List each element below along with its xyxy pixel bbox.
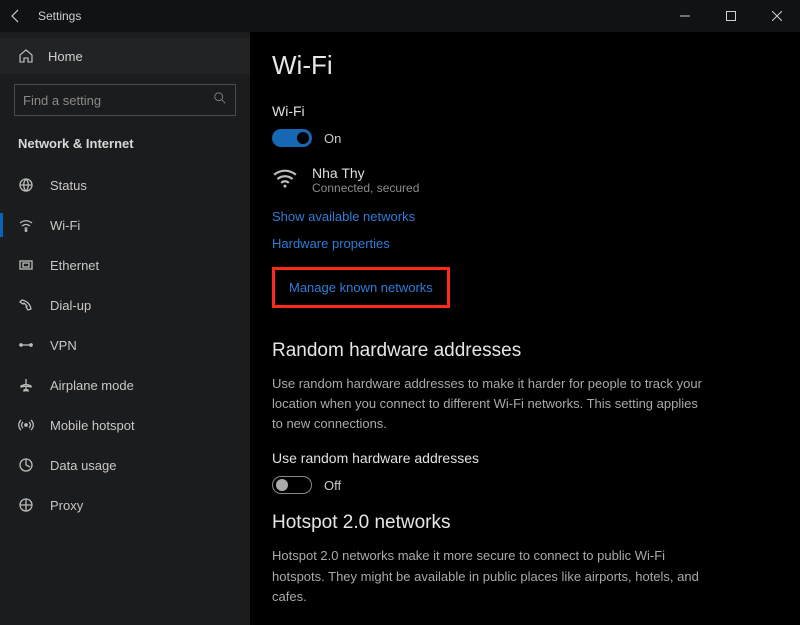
wifi-signal-icon <box>272 167 298 194</box>
random-hw-body: Use random hardware addresses to make it… <box>272 374 712 434</box>
hotspot-icon <box>18 417 34 433</box>
vpn-icon <box>18 337 34 353</box>
content-pane[interactable]: Wi-Fi Wi-Fi On Nha Thy Connected, secure… <box>250 32 800 625</box>
sidebar-item-dialup[interactable]: Dial-up <box>0 285 250 325</box>
sidebar-item-label: Airplane mode <box>50 378 134 393</box>
back-button[interactable] <box>8 8 24 24</box>
sidebar-item-label: Data usage <box>50 458 117 473</box>
airplane-icon <box>18 377 34 393</box>
sidebar-item-label: VPN <box>50 338 77 353</box>
current-network[interactable]: Nha Thy Connected, secured <box>272 165 778 195</box>
phone-icon <box>18 297 34 313</box>
random-hw-toggle[interactable] <box>272 476 312 494</box>
sidebar-item-datausage[interactable]: Data usage <box>0 445 250 485</box>
sidebar-item-hotspot[interactable]: Mobile hotspot <box>0 405 250 445</box>
proxy-icon <box>18 497 34 513</box>
titlebar: Settings <box>0 0 800 32</box>
minimize-button[interactable] <box>662 0 708 32</box>
sidebar-item-label: Mobile hotspot <box>50 418 135 433</box>
manage-known-networks-link[interactable]: Manage known networks <box>272 267 450 308</box>
network-name: Nha Thy <box>312 165 419 181</box>
hotspot-body: Hotspot 2.0 networks make it more secure… <box>272 546 712 606</box>
sidebar-item-label: Status <box>50 178 87 193</box>
sidebar-item-status[interactable]: Status <box>0 165 250 205</box>
sidebar-item-airplane[interactable]: Airplane mode <box>0 365 250 405</box>
sidebar-item-label: Dial-up <box>50 298 91 313</box>
wifi-toggle-state: On <box>324 131 341 146</box>
page-title: Wi-Fi <box>272 50 778 81</box>
sidebar-section-title: Network & Internet <box>0 130 250 165</box>
window-title: Settings <box>38 9 81 23</box>
wifi-toggle[interactable] <box>272 129 312 147</box>
maximize-button[interactable] <box>708 0 754 32</box>
network-status: Connected, secured <box>312 181 419 195</box>
sidebar-item-label: Wi-Fi <box>50 218 80 233</box>
ethernet-icon <box>18 257 34 273</box>
random-hw-heading: Random hardware addresses <box>272 340 778 362</box>
globe-icon <box>18 177 34 193</box>
search-input[interactable]: Find a setting <box>14 84 236 116</box>
wifi-icon <box>18 217 34 233</box>
sidebar-item-vpn[interactable]: VPN <box>0 325 250 365</box>
show-available-link[interactable]: Show available networks <box>272 209 778 224</box>
sidebar-item-proxy[interactable]: Proxy <box>0 485 250 525</box>
search-placeholder: Find a setting <box>23 93 101 108</box>
sidebar-item-label: Proxy <box>50 498 83 513</box>
hardware-properties-link[interactable]: Hardware properties <box>272 236 778 251</box>
random-hw-toggle-state: Off <box>324 478 341 493</box>
data-icon <box>18 457 34 473</box>
home-icon <box>18 48 34 64</box>
search-icon <box>213 91 227 110</box>
sidebar: Home Find a setting Network & Internet S… <box>0 32 250 625</box>
sidebar-home-label: Home <box>48 49 83 64</box>
sidebar-item-ethernet[interactable]: Ethernet <box>0 245 250 285</box>
close-button[interactable] <box>754 0 800 32</box>
sidebar-home[interactable]: Home <box>0 38 250 74</box>
sidebar-item-wifi[interactable]: Wi-Fi <box>0 205 250 245</box>
sidebar-item-label: Ethernet <box>50 258 99 273</box>
wifi-label: Wi-Fi <box>272 103 778 119</box>
random-hw-toggle-label: Use random hardware addresses <box>272 450 778 466</box>
hotspot-heading: Hotspot 2.0 networks <box>272 512 778 534</box>
